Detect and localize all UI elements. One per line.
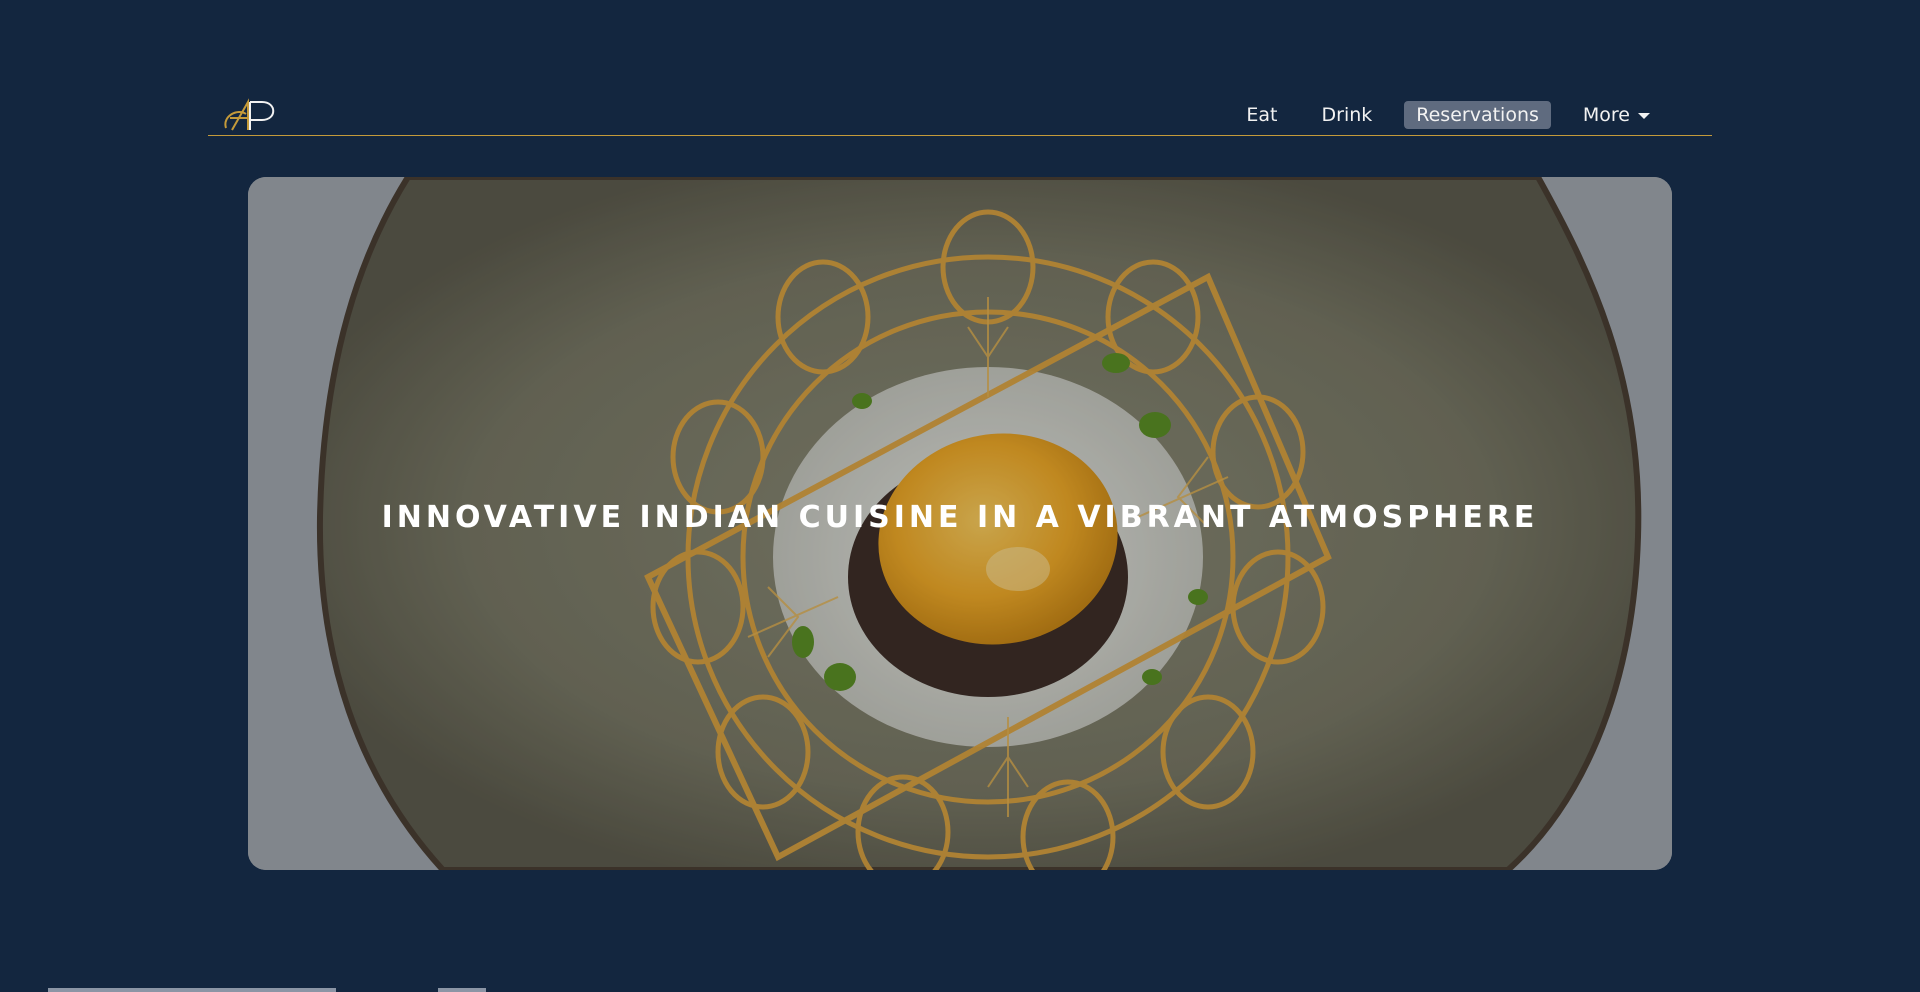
nav-reservations[interactable]: Reservations (1404, 101, 1551, 129)
nav-drink[interactable]: Drink (1310, 101, 1385, 129)
ap-monogram-logo-icon (224, 98, 275, 131)
caret-down-icon (1638, 113, 1650, 119)
nav-more-label: More (1582, 104, 1630, 126)
hero-title: INNOVATIVE INDIAN CUISINE IN A VIBRANT A… (381, 500, 1539, 535)
bottom-strip-right (438, 988, 486, 992)
hero-banner: INNOVATIVE INDIAN CUISINE IN A VIBRANT A… (248, 177, 1672, 870)
nav-more-dropdown[interactable]: More (1571, 101, 1662, 129)
nav-eat[interactable]: Eat (1234, 101, 1289, 129)
bottom-strip-left (48, 988, 336, 992)
page: Eat Drink Reservations More INNOVATIVE I… (0, 0, 1920, 992)
nav-links: Eat Drink Reservations More (1214, 101, 1662, 129)
navbar: Eat Drink Reservations More (208, 90, 1712, 136)
brand-logo[interactable] (222, 98, 280, 134)
